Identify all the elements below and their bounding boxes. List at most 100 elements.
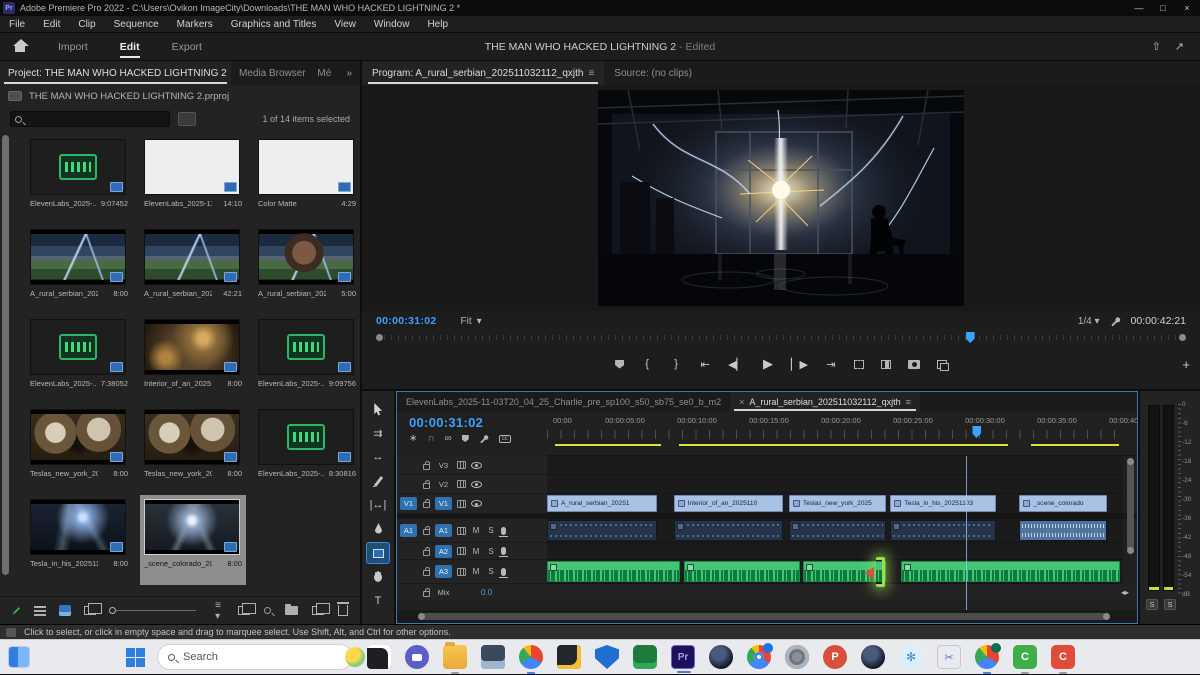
captions-icon[interactable]: cc bbox=[499, 435, 511, 443]
project-item[interactable]: ElevenLabs_2025-...9:09756 bbox=[254, 315, 360, 405]
close-button[interactable]: × bbox=[1176, 1, 1198, 15]
export-frame-icon[interactable] bbox=[908, 360, 920, 369]
fullscreen-icon[interactable]: ↗ bbox=[1175, 40, 1184, 53]
track-visibility-eye-icon[interactable] bbox=[471, 500, 482, 507]
project-item[interactable]: Interior_of_an_202511...8:00 bbox=[140, 315, 246, 405]
lock-icon[interactable] bbox=[423, 550, 430, 556]
track-lane-v3[interactable] bbox=[547, 456, 1123, 475]
track-lane-a2[interactable] bbox=[547, 543, 1123, 560]
sync-lock-icon[interactable] bbox=[457, 461, 466, 469]
taskbar-icon-dark-circle-app-2[interactable] bbox=[861, 645, 885, 669]
program-timecode[interactable]: 00:00:31:02 bbox=[376, 315, 437, 327]
video-clip[interactable]: A_rural_serbian_20251 bbox=[547, 495, 657, 512]
source-patch-v1[interactable]: V1 bbox=[400, 497, 417, 510]
project-scrollbar[interactable] bbox=[2, 135, 9, 575]
taskbar-search[interactable]: Search bbox=[157, 644, 353, 670]
taskbar-icon-camtasia[interactable]: C bbox=[1013, 645, 1037, 669]
find-icon[interactable] bbox=[264, 607, 271, 614]
lock-icon[interactable] bbox=[423, 591, 430, 597]
search-input[interactable] bbox=[10, 111, 170, 127]
taskbar-icon-defender-shield[interactable] bbox=[595, 645, 619, 669]
voiceover-mic-icon[interactable] bbox=[501, 527, 506, 535]
sort-icon[interactable]: ≡ ▾ bbox=[215, 600, 225, 622]
go-to-out-icon[interactable]: ⇥ bbox=[825, 358, 837, 371]
mute-button[interactable]: M bbox=[471, 567, 481, 576]
pen-tool[interactable] bbox=[367, 519, 389, 539]
step-back-icon[interactable]: ◀▏ bbox=[728, 358, 745, 371]
taskbar-icon-settings-gear[interactable] bbox=[785, 645, 809, 669]
widgets-icon[interactable] bbox=[8, 646, 30, 668]
music-audio-clip[interactable] bbox=[901, 561, 1120, 582]
playback-resolution-dropdown[interactable]: 1/4 ▾ bbox=[1078, 316, 1100, 327]
nest-icon[interactable]: ∗ bbox=[409, 433, 417, 444]
lift-icon[interactable] bbox=[854, 360, 864, 369]
project-item[interactable]: ElevenLabs_2025-...9:07452 bbox=[26, 135, 132, 225]
project-item[interactable]: A_rural_serbian_2025...5:00 bbox=[254, 225, 360, 315]
taskbar-icon-snipping-tool[interactable]: ✂ bbox=[937, 645, 961, 669]
solo-button[interactable]: S bbox=[486, 567, 496, 576]
taskbar-icon-file-explorer[interactable] bbox=[443, 645, 467, 669]
ripple-edit-tool[interactable]: ↔ bbox=[367, 447, 389, 467]
go-to-in-icon[interactable]: ⇤ bbox=[699, 358, 711, 371]
tab-source[interactable]: Source: (no clips) bbox=[604, 61, 702, 85]
mix-level-value[interactable]: 0.0 bbox=[481, 588, 492, 597]
menu-help[interactable]: Help bbox=[418, 16, 457, 32]
video-clip[interactable]: _scene_colorado bbox=[1019, 495, 1107, 512]
scrub-handle-left[interactable] bbox=[376, 334, 383, 341]
menu-edit[interactable]: Edit bbox=[34, 16, 69, 32]
panel-menu-icon[interactable]: ≡ bbox=[588, 68, 594, 79]
project-item[interactable]: Color Matte4:29 bbox=[254, 135, 360, 225]
mute-button[interactable]: M bbox=[471, 526, 481, 535]
filter-bin-button[interactable] bbox=[178, 112, 196, 126]
sync-lock-icon[interactable] bbox=[457, 527, 466, 535]
panel-menu-icon[interactable]: ≡ bbox=[906, 397, 911, 407]
menu-graphics-titles[interactable]: Graphics and Titles bbox=[222, 16, 326, 32]
settings-wrench-icon[interactable] bbox=[1110, 316, 1121, 327]
music-audio-clip[interactable] bbox=[547, 561, 680, 582]
taskbar-icon-chrome[interactable] bbox=[519, 645, 543, 669]
project-item[interactable]: Tesla_in_his_2025110...8:00 bbox=[26, 495, 132, 585]
fit-sequence-icon[interactable]: ◂▸ bbox=[1121, 588, 1129, 597]
hand-tool[interactable] bbox=[367, 567, 389, 587]
timeline-timecode[interactable]: 00:00:31:02 bbox=[409, 415, 547, 430]
freeform-view-icon[interactable] bbox=[84, 606, 96, 615]
track-label-a2[interactable]: A2 bbox=[435, 545, 452, 558]
taskbar-icon-black-app[interactable] bbox=[367, 645, 391, 669]
step-forward-icon[interactable]: ▏▶ bbox=[791, 358, 808, 371]
sync-lock-icon[interactable] bbox=[457, 500, 466, 508]
home-icon[interactable] bbox=[14, 40, 28, 53]
button-editor-icon[interactable]: + bbox=[1182, 357, 1190, 372]
snap-icon[interactable]: ∩ bbox=[427, 433, 434, 444]
new-item-icon[interactable] bbox=[312, 606, 324, 615]
video-clip[interactable]: Teslas_new_york_2025 bbox=[789, 495, 886, 512]
tab-overflow-chevron-icon[interactable]: » bbox=[338, 68, 360, 79]
lock-icon[interactable] bbox=[423, 483, 430, 489]
taskbar-icon-dark-yellow-app[interactable] bbox=[557, 645, 581, 669]
program-playhead[interactable] bbox=[966, 332, 975, 343]
project-item[interactable]: Teslas_new_york_202...8:00 bbox=[26, 405, 132, 495]
audio-clip[interactable] bbox=[547, 520, 657, 541]
video-clip[interactable]: Tesla_in_his_20251103 bbox=[890, 495, 995, 512]
zoom-slider[interactable] bbox=[109, 607, 196, 614]
tab-overflow-truncated[interactable]: Mé bbox=[309, 61, 338, 85]
program-scrubber[interactable] bbox=[376, 331, 1186, 347]
weather-icon[interactable] bbox=[345, 647, 365, 667]
add-marker-icon[interactable] bbox=[462, 435, 469, 442]
solo-left-button[interactable]: S bbox=[1146, 599, 1158, 610]
taskbar-icon-chrome-profile-blue[interactable] bbox=[747, 645, 771, 669]
minimize-button[interactable]: — bbox=[1128, 1, 1150, 15]
lock-icon[interactable] bbox=[423, 502, 430, 508]
track-visibility-eye-icon[interactable] bbox=[471, 481, 482, 488]
track-visibility-eye-icon[interactable] bbox=[471, 462, 482, 469]
mark-out-icon[interactable]: } bbox=[670, 358, 682, 370]
sync-lock-icon[interactable] bbox=[457, 480, 466, 488]
clear-trash-icon[interactable] bbox=[338, 605, 348, 616]
lock-icon[interactable] bbox=[423, 570, 430, 576]
project-item[interactable]: ElevenLabs_2025-...8:30816 bbox=[254, 405, 360, 495]
menu-file[interactable]: File bbox=[0, 16, 34, 32]
lock-icon[interactable] bbox=[423, 529, 430, 535]
track-select-forward-tool[interactable]: ⇉ bbox=[367, 423, 389, 443]
maximize-button[interactable]: □ bbox=[1152, 1, 1174, 15]
tab-export[interactable]: Export bbox=[156, 33, 218, 60]
play-icon[interactable]: ▶ bbox=[762, 356, 774, 372]
